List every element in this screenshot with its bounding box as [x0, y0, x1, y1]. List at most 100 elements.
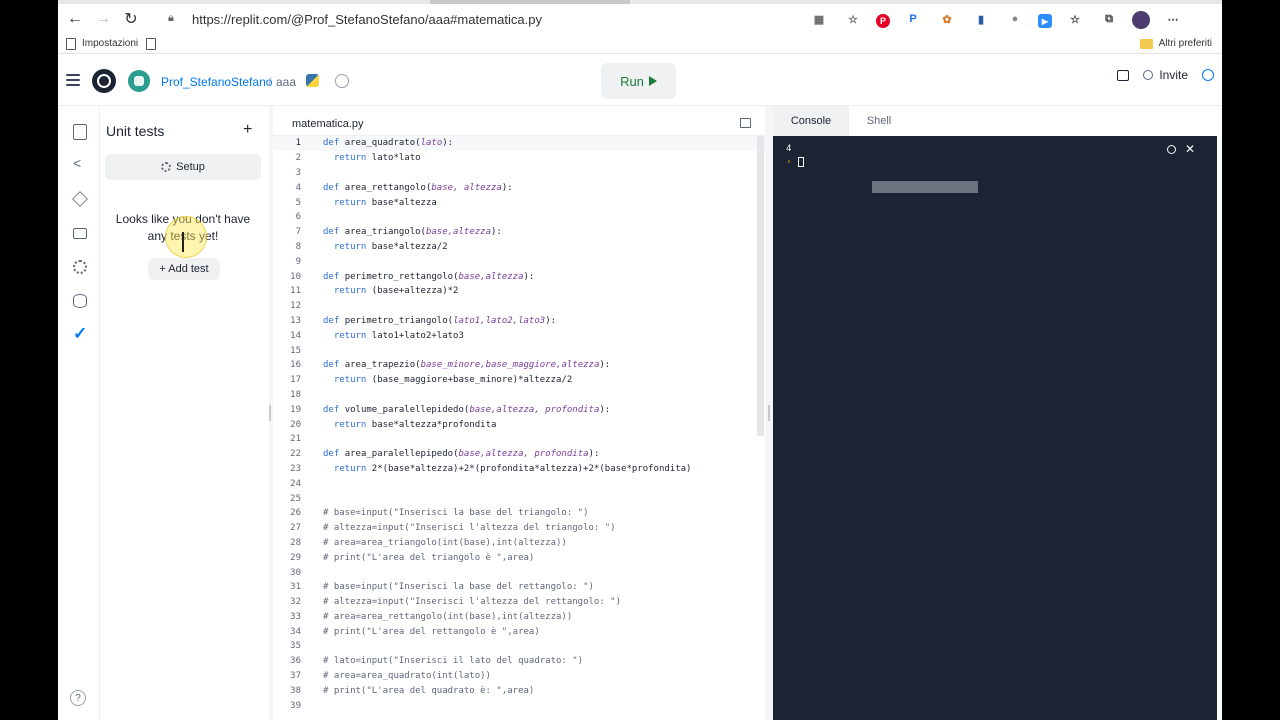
repl-avatar[interactable] — [128, 70, 150, 92]
url-bar[interactable]: 🔒︎ https://replit.com/@Prof_StefanoStefa… — [168, 7, 808, 31]
code-line[interactable]: 23 return 2*(base*altezza)+2*(profondita… — [273, 462, 765, 477]
code-line[interactable]: 1 def area_quadrato(lato): — [273, 136, 765, 151]
ext-p-icon[interactable]: P — [902, 8, 924, 30]
code-line[interactable]: 18 — [273, 388, 765, 403]
code-line[interactable]: 37 # area=area_quadrato(int(lato)) — [273, 669, 765, 684]
code-text[interactable]: def area_quadrato(lato): — [323, 138, 453, 148]
tab-shell[interactable]: Shell — [849, 106, 909, 136]
bookmark-item[interactable]: Impostazioni — [66, 37, 138, 50]
replit-logo-icon[interactable] — [92, 69, 116, 93]
code-line[interactable]: 32 # altezza=input("Inserisci l'altezza d… — [273, 595, 765, 610]
lock-icon[interactable]: 🔒︎ — [168, 12, 182, 26]
code-line[interactable]: 22 def area_paralellepipedo(base,altezza,… — [273, 447, 765, 462]
code-text[interactable]: # area=area_rettangolo(int(base),int(alt… — [323, 612, 572, 622]
code-line[interactable]: 11 return (base+altezza)*2 — [273, 284, 765, 299]
code-text[interactable]: return (base+altezza)*2 — [323, 286, 459, 296]
apps-icon[interactable]: ▦ — [808, 8, 830, 30]
code-line[interactable]: 5 return base*altezza — [273, 195, 765, 210]
code-text[interactable]: # area=area_quadrato(int(lato)) — [323, 671, 491, 681]
add-icon[interactable]: + — [243, 121, 252, 139]
chat-icon[interactable] — [1117, 69, 1130, 81]
search-icon[interactable] — [1202, 69, 1214, 81]
code-text[interactable]: return lato1+lato2+lato3 — [323, 331, 464, 341]
code-text[interactable]: # lato=input("Inserisci il lato del quad… — [323, 656, 583, 666]
console-search-icon[interactable] — [1167, 145, 1176, 154]
database-icon[interactable] — [73, 294, 87, 308]
add-test-button[interactable]: + Add test — [148, 258, 220, 280]
code-line[interactable]: 15 — [273, 343, 765, 358]
code-editor[interactable]: matematica.py 1 def area_quadrato(lato): 2… — [273, 106, 765, 720]
code-text[interactable]: # print("L'area del quadrato è: ",area) — [323, 686, 534, 696]
file-tab[interactable]: matematica.py — [292, 118, 364, 130]
zoom-ext-icon[interactable]: ▶ — [1038, 14, 1052, 28]
secrets-icon[interactable] — [73, 228, 87, 239]
back-icon[interactable]: ← — [64, 8, 86, 30]
repl-name[interactable]: aaa — [276, 75, 296, 89]
code-text[interactable]: # base=input("Inserisci la base del tria… — [323, 508, 589, 518]
code-line[interactable]: 33 # area=area_rettangolo(int(base),int(a… — [273, 610, 765, 625]
setup-button[interactable]: Setup — [105, 154, 261, 180]
settings-gear-icon[interactable] — [73, 260, 87, 274]
code-line[interactable]: 14 return lato1+lato2+lato3 — [273, 328, 765, 343]
code-line[interactable]: 4 def area_rettangolo(base, altezza): — [273, 180, 765, 195]
code-text[interactable]: def volume_paralellepidedo(base,altezza,… — [323, 405, 610, 415]
code-text[interactable]: # area=area_triangolo(int(base),int(alte… — [323, 538, 567, 548]
reload-icon[interactable]: ↻ — [120, 8, 142, 30]
code-text[interactable]: def perimetro_triangolo(lato1,lato2,lato… — [323, 316, 556, 326]
code-line[interactable]: 21 — [273, 432, 765, 447]
editor-menu-icon[interactable] — [740, 118, 751, 128]
profile-avatar[interactable] — [1132, 11, 1150, 29]
terminal[interactable]: 4 › ✕ — [773, 136, 1217, 720]
resize-handle[interactable] — [269, 405, 271, 421]
console-close-icon[interactable]: ✕ — [1185, 142, 1195, 156]
code-line[interactable]: 19 def volume_paralellepidedo(base,altezz… — [273, 402, 765, 417]
more-icon[interactable]: ⋯ — [1162, 8, 1184, 30]
forward-icon[interactable]: → — [92, 8, 114, 30]
code-text[interactable]: # print("L'area del triangolo è ",area) — [323, 553, 534, 563]
code-lines[interactable]: 1 def area_quadrato(lato): 2 return lato*l… — [273, 136, 765, 713]
help-icon[interactable]: ? — [70, 690, 86, 706]
url-text[interactable]: https://replit.com/@Prof_StefanoStefano/… — [192, 12, 542, 27]
owner-link[interactable]: Prof_StefanoStefano — [161, 75, 272, 89]
resize-handle[interactable] — [768, 405, 770, 421]
code-line[interactable]: 9 — [273, 254, 765, 269]
invite-button[interactable]: Invite — [1143, 68, 1188, 82]
code-text[interactable]: # altezza=input("Inserisci l'altezza del… — [323, 597, 621, 607]
code-text[interactable]: return base*altezza — [323, 198, 437, 208]
code-line[interactable]: 3 — [273, 166, 765, 181]
ext-squirrel-icon[interactable]: ✿ — [936, 8, 958, 30]
code-line[interactable]: 30 — [273, 565, 765, 580]
code-line[interactable]: 25 — [273, 491, 765, 506]
ext-circle-icon[interactable]: ● — [1004, 8, 1026, 30]
code-line[interactable]: 8 return base*altezza/2 — [273, 240, 765, 255]
code-line[interactable]: 29 # print("L'area del triangolo è ",area… — [273, 550, 765, 565]
other-bookmarks[interactable]: Altri preferiti — [1139, 38, 1212, 49]
code-text[interactable]: return lato*lato — [323, 153, 421, 163]
code-line[interactable]: 27 # altezza=input("Inserisci l'altezza d… — [273, 521, 765, 536]
code-line[interactable]: 2 return lato*lato — [273, 151, 765, 166]
favorite-star-icon[interactable]: ☆ — [842, 8, 864, 30]
editor-scrollbar[interactable] — [757, 136, 764, 436]
code-text[interactable]: def area_trapezio(base_minore,base_maggi… — [323, 360, 610, 370]
code-text[interactable]: def area_paralellepipedo(base,altezza, p… — [323, 449, 599, 459]
code-line[interactable]: 10 def perimetro_rettangolo(base,altezza)… — [273, 269, 765, 284]
code-line[interactable]: 7 def area_triangolo(base,altezza): — [273, 225, 765, 240]
code-line[interactable]: 13 def perimetro_triangolo(lato1,lato2,la… — [273, 314, 765, 329]
code-line[interactable]: 34 # print("L'area del rettangolo è ",are… — [273, 624, 765, 639]
code-line[interactable]: 36 # lato=input("Inserisci il lato del qu… — [273, 654, 765, 669]
hamburger-menu-icon[interactable] — [66, 74, 80, 86]
code-line[interactable]: 35 — [273, 639, 765, 654]
code-text[interactable]: def area_triangolo(base,altezza): — [323, 227, 502, 237]
collections-icon[interactable]: ⧉ — [1098, 8, 1120, 30]
bookmark-item-blank[interactable] — [146, 37, 162, 50]
files-icon[interactable] — [73, 124, 87, 140]
code-text[interactable]: # altezza=input("Inserisci l'altezza del… — [323, 523, 616, 533]
run-button[interactable]: Run — [601, 63, 676, 99]
version-control-icon[interactable] — [73, 155, 87, 172]
code-text[interactable]: # base=input("Inserisci la base del rett… — [323, 582, 594, 592]
unit-tests-check-icon[interactable]: ✓ — [73, 324, 87, 343]
code-line[interactable]: 24 — [273, 476, 765, 491]
code-text[interactable]: def area_rettangolo(base, altezza): — [323, 183, 513, 193]
code-line[interactable]: 26 # base=input("Inserisci la base del tr… — [273, 506, 765, 521]
tab-console[interactable]: Console — [773, 106, 849, 136]
